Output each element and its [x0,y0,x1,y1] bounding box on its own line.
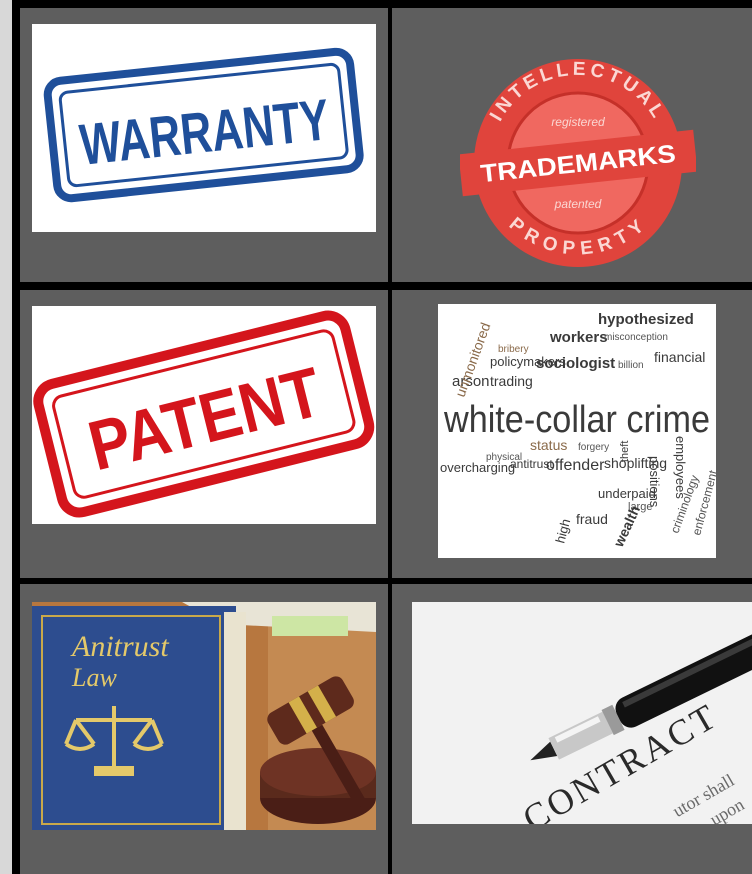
book-title-line1: Anitrust [70,630,169,663]
word-sociologist: sociologist [536,355,615,372]
word-misconception: misconception [604,332,668,343]
word-offender: offender [546,457,605,474]
antitrust-law-image: Anitrust Law [32,602,376,830]
image-grid: WARRANTY INTELLECTUAL PROPERTY registere… [12,0,752,874]
word-fraud: fraud [576,511,608,527]
antitrust-law-tile: Anitrust Law [20,584,388,874]
patent-image: PATENT [32,306,376,524]
word-white-collar-crime: white-collar crime [443,399,710,441]
warranty-tile: WARRANTY [20,8,388,282]
trademarks-seal: INTELLECTUAL PROPERTY registered patente… [460,56,696,270]
word-antitrust: theft [619,441,631,462]
word-cloud-image: hypothesized workers misconception bribe… [438,304,716,558]
word-trading: trading [490,373,533,389]
seal-inner-bottom-text: patented [554,197,602,211]
word-theft: underpaid [598,486,656,501]
word-status: status [530,437,567,453]
trademarks-tile: INTELLECTUAL PROPERTY registered patente… [392,8,752,282]
word-workers: workers [549,329,608,346]
word-underpaid: wealth [610,503,643,550]
book-title-line2: Law [71,663,117,692]
seal-inner-top-text: registered [551,115,605,129]
word-forgery: high [552,517,573,545]
word-hypothesized: hypothesized [598,311,694,328]
patent-tile: PATENT [20,290,388,578]
word-physical: forgery [578,442,609,453]
word-cloud-tile: hypothesized workers misconception bribe… [392,290,752,578]
word-financial: financial [654,349,705,365]
contract-tile: CONTRACT utor shall upon [392,584,752,874]
warranty-image: WARRANTY [32,24,376,232]
contract-image: CONTRACT utor shall upon [412,602,752,824]
word-billion: billion [618,360,644,371]
